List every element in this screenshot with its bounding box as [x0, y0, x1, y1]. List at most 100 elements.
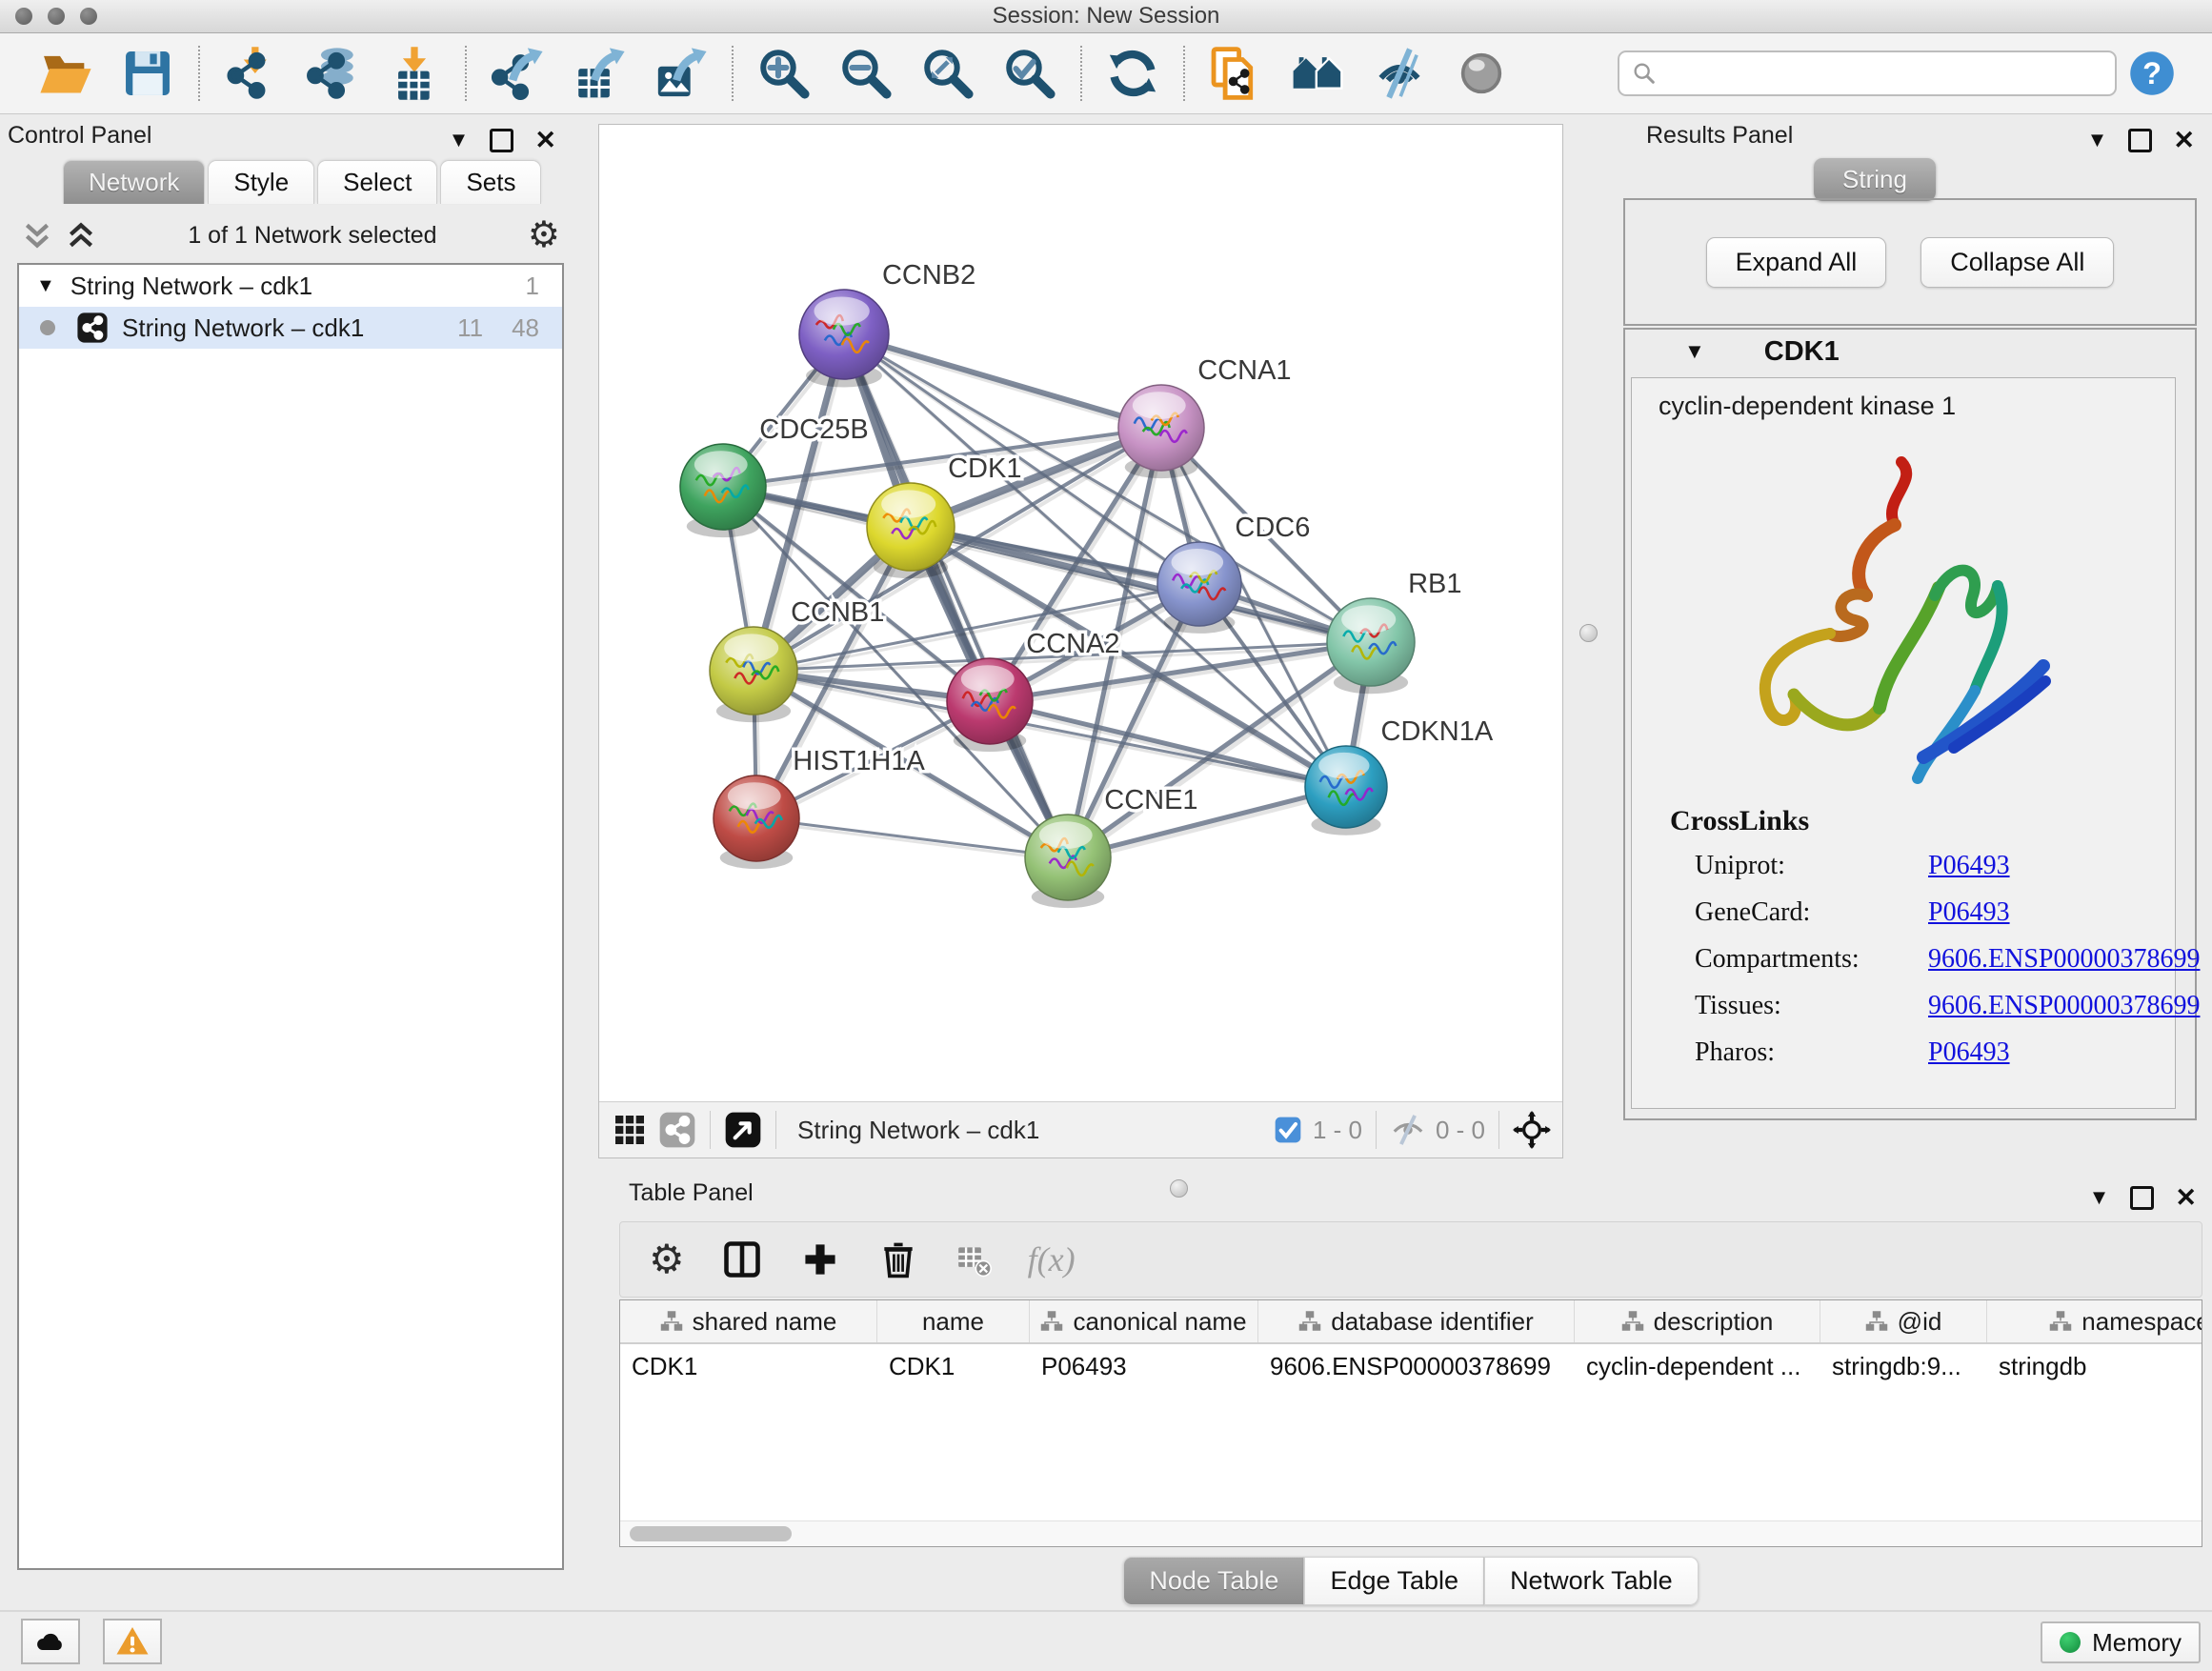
import-database-button[interactable]: [292, 42, 373, 105]
network-node-HIST1H1A[interactable]: HIST1H1A: [714, 746, 926, 869]
gene-section-header[interactable]: ▼ CDK1: [1625, 330, 2195, 373]
results-panel-title: Results Panel: [1646, 122, 1793, 149]
results-panel-collapse-icon[interactable]: ▼: [2087, 128, 2108, 152]
column-header--id[interactable]: @id: [1820, 1300, 1987, 1342]
save-session-button[interactable]: [107, 42, 189, 105]
table-cell[interactable]: stringdb:9...: [1820, 1352, 1987, 1381]
control-panel: Control Panel ▼ ✕ NetworkStyleSelectSets…: [8, 122, 573, 1581]
control-panel-collapse-icon[interactable]: ▼: [449, 128, 470, 152]
table-panel-collapse-icon[interactable]: ▼: [2089, 1185, 2110, 1210]
column-header-description[interactable]: description: [1575, 1300, 1820, 1342]
memory-button[interactable]: Memory: [2041, 1621, 2201, 1663]
column-header-namespace[interactable]: namespace: [1987, 1300, 2202, 1342]
network-row[interactable]: String Network – cdk1 11 48: [19, 307, 562, 349]
main-toolbar: ?: [0, 33, 2212, 114]
network-node-CCNA1[interactable]: CCNA1: [1118, 355, 1292, 478]
gene-collapse-icon[interactable]: ▼: [1684, 339, 1705, 364]
zoom-in-button[interactable]: [743, 42, 825, 105]
reposition-crosshair-icon[interactable]: [1513, 1111, 1551, 1149]
search-box[interactable]: [1618, 50, 2117, 96]
crosslink-link[interactable]: P06493: [1928, 851, 2010, 881]
show-columns-icon[interactable]: [721, 1238, 763, 1280]
control-panel-close-icon[interactable]: ✕: [534, 131, 556, 150]
table-cell[interactable]: CDK1: [877, 1352, 1030, 1381]
search-input[interactable]: [1658, 59, 2103, 88]
network-node-CCNB1[interactable]: CCNB1: [710, 597, 884, 722]
table-panel-float-icon[interactable]: [2130, 1186, 2154, 1210]
column-header-name[interactable]: name: [877, 1300, 1030, 1342]
column-header-label: description: [1654, 1307, 1774, 1337]
tab-sets[interactable]: Sets: [440, 160, 541, 204]
export-image-button[interactable]: [640, 42, 722, 105]
warnings-button[interactable]: [103, 1619, 162, 1664]
network-node-CDKN1A[interactable]: CDKN1A: [1305, 716, 1494, 836]
string-view-icon[interactable]: [658, 1111, 696, 1149]
zoom-in-icon: [756, 46, 812, 101]
refresh-button[interactable]: [1092, 42, 1174, 105]
tab-network-table[interactable]: Network Table: [1484, 1557, 1699, 1605]
import-table-button[interactable]: [373, 42, 455, 105]
network-node-RB1[interactable]: RB1: [1327, 569, 1462, 694]
open-session-button[interactable]: [25, 42, 107, 105]
clipboard-network-button[interactable]: [1195, 42, 1277, 105]
column-header-canonical-name[interactable]: canonical name: [1030, 1300, 1258, 1342]
column-header-shared-name[interactable]: shared name: [620, 1300, 877, 1342]
network-edge-HIST1H1A-CCNE1[interactable]: [756, 818, 1068, 857]
table-panel-close-icon[interactable]: ✕: [2175, 1189, 2197, 1207]
network-edge-CCNB2-CCNA1[interactable]: [844, 334, 1161, 428]
expand-all-icon[interactable]: [21, 219, 53, 252]
table-cell[interactable]: cyclin-dependent ...: [1575, 1352, 1820, 1381]
crosslink-link[interactable]: 9606.ENSP00000378699: [1928, 944, 2200, 975]
gear-icon[interactable]: ⚙: [528, 219, 560, 252]
table-cell[interactable]: 9606.ENSP00000378699: [1258, 1352, 1575, 1381]
save-session-icon: [120, 46, 175, 101]
zoom-selected-button[interactable]: [989, 42, 1071, 105]
tab-edge-table[interactable]: Edge Table: [1304, 1557, 1484, 1605]
tab-select[interactable]: Select: [317, 160, 437, 204]
add-column-icon[interactable]: [799, 1238, 841, 1280]
function-builder-icon: f(x): [1028, 1239, 1076, 1279]
export-table-button[interactable]: [558, 42, 640, 105]
import-network-button[interactable]: [210, 42, 292, 105]
expand-all-button[interactable]: Expand All: [1706, 237, 1887, 288]
control-panel-float-icon[interactable]: [490, 129, 513, 152]
table-cell[interactable]: stringdb: [1987, 1352, 2202, 1381]
grid-view-icon[interactable]: [611, 1111, 649, 1149]
hide-graphics-details-button[interactable]: [1358, 42, 1440, 105]
vertical-splitter-handle[interactable]: [1579, 624, 1598, 642]
tab-string[interactable]: String: [1814, 158, 1936, 201]
collection-expand-icon[interactable]: ▼: [36, 275, 55, 297]
scrollbar-thumb[interactable]: [630, 1526, 792, 1541]
home-network-button[interactable]: [1277, 42, 1358, 105]
birds-eye-button[interactable]: [1440, 42, 1522, 105]
help-button[interactable]: ?: [2117, 42, 2187, 105]
tab-style[interactable]: Style: [208, 160, 314, 204]
results-panel-float-icon[interactable]: [2128, 129, 2152, 152]
network-collection-row[interactable]: ▼ String Network – cdk1 1: [19, 265, 562, 307]
cloud-button[interactable]: [21, 1619, 80, 1664]
column-header-database-identifier[interactable]: database identifier: [1258, 1300, 1575, 1342]
network-canvas[interactable]: CCNB2CCNA1CDC25BCDK1CDC6RB1CCNB1CCNA2CDK…: [599, 125, 1562, 1103]
results-panel-close-icon[interactable]: ✕: [2173, 131, 2195, 150]
zoom-fit-button[interactable]: [907, 42, 989, 105]
zoom-out-button[interactable]: [825, 42, 907, 105]
collapse-all-icon[interactable]: [65, 219, 97, 252]
column-type-icon: [660, 1310, 683, 1333]
table-cell[interactable]: P06493: [1030, 1352, 1258, 1381]
crosslink-link[interactable]: P06493: [1928, 897, 2010, 928]
crosslink-link[interactable]: 9606.ENSP00000378699: [1928, 991, 2200, 1021]
delete-table-icon: [955, 1241, 992, 1278]
tab-network[interactable]: Network: [63, 160, 205, 204]
delete-column-icon[interactable]: [877, 1238, 919, 1280]
table-toolbar: ⚙ f(x): [619, 1221, 2202, 1298]
table-cell[interactable]: CDK1: [620, 1352, 877, 1381]
collapse-all-button[interactable]: Collapse All: [1920, 237, 2114, 288]
table-row[interactable]: CDK1CDK1P064939606.ENSP00000378699cyclin…: [620, 1344, 2202, 1388]
table-horizontal-scrollbar[interactable]: [620, 1520, 2202, 1546]
crosslink-link[interactable]: P06493: [1928, 1037, 2010, 1068]
birds-eye-view-icon[interactable]: [724, 1111, 762, 1149]
selected-checkbox-icon[interactable]: [1273, 1115, 1303, 1145]
table-settings-icon[interactable]: ⚙: [649, 1243, 685, 1276]
export-network-button[interactable]: [476, 42, 558, 105]
tab-node-table[interactable]: Node Table: [1123, 1557, 1304, 1605]
